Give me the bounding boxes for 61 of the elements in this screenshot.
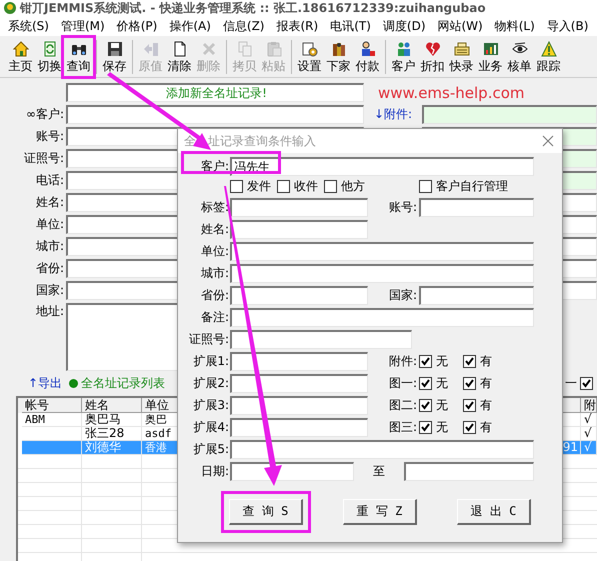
field-label: 单位: xyxy=(200,242,230,260)
field-label: 备注: xyxy=(200,308,230,326)
field-label: 国家: xyxy=(388,288,417,302)
field-label: 姓名: xyxy=(34,194,65,211)
field-label: 账号: xyxy=(34,128,65,145)
field-label: 城市: xyxy=(34,238,65,255)
field-label: 扩展2: xyxy=(192,374,230,392)
field-label: 附件: xyxy=(388,354,417,368)
field-label: 地址: xyxy=(34,303,65,320)
field-label: 客户: xyxy=(200,158,230,174)
table-cell: asdf xyxy=(145,427,172,440)
checkbox-label: 他方 xyxy=(341,178,365,195)
field-label: 姓名: xyxy=(200,220,230,238)
dialog-title: 全 xyxy=(184,132,196,150)
checkbox-label: 无 xyxy=(436,352,448,370)
checkbox-label: 无 xyxy=(436,374,448,392)
dialog-title: 址记录查询条件输入 xyxy=(208,132,316,150)
field-label: 证照号: xyxy=(188,330,230,348)
field-label: 账号: xyxy=(388,200,417,214)
table-cell: √ xyxy=(584,426,592,440)
field-label: 日期: xyxy=(200,462,230,480)
field-label: ∞客户: xyxy=(24,106,65,123)
field-label: 扩展1: xyxy=(192,352,230,370)
field-label: 扩展4: xyxy=(192,418,230,436)
window-title: 钳丌JEMMIS系统测试. - 快递业务管理系统 :: 张工.18616712339:zuihangubao xyxy=(20,1,486,15)
list-title: 全名址记录列表 xyxy=(81,374,166,392)
field-label: 证照号: xyxy=(22,150,65,167)
table-cell: 香港 xyxy=(145,441,167,454)
checkbox-label: 发件 xyxy=(247,178,271,195)
field-label: 电话: xyxy=(34,172,65,189)
checkbox-label: 无 xyxy=(436,396,448,414)
checkbox-label: 无 xyxy=(436,418,448,436)
checkbox-label: 有 xyxy=(480,418,492,436)
table-cell: 奥巴马 xyxy=(85,412,121,426)
field-label: 单位: xyxy=(34,216,65,233)
checkbox-label: 客户自行管理 xyxy=(436,178,508,195)
field-label: 至 xyxy=(373,464,385,478)
table-cell: 张三28 xyxy=(85,426,124,440)
checkbox-label: 收件 xyxy=(294,178,318,195)
table-cell: ABM xyxy=(25,413,45,426)
field-label: 图二: xyxy=(388,398,417,412)
field-label: 城市: xyxy=(200,264,230,282)
table-cell: 91 xyxy=(562,440,578,454)
table-cell: 刘德华 xyxy=(85,440,121,454)
checkbox-label: 有 xyxy=(480,374,492,392)
table-cell: √ xyxy=(584,440,592,454)
field-label: 图三: xyxy=(388,420,417,434)
label-text: 一 xyxy=(565,374,577,392)
field-label: 国家: xyxy=(34,282,65,299)
table-cell: 奥巴 xyxy=(145,413,167,426)
field-label: 扩展3: xyxy=(192,396,230,414)
field-label: 扩展5: xyxy=(192,440,230,458)
checkbox-label: 有 xyxy=(480,352,492,370)
field-label: 省份: xyxy=(200,286,230,304)
field-label: 省份: xyxy=(34,260,65,277)
field-label: ↓附件: xyxy=(374,107,412,121)
field-label: 标签: xyxy=(200,198,230,216)
field-label: 图一: xyxy=(388,376,417,390)
status-field: 添加新全名址记录! xyxy=(66,83,364,102)
checkbox-label: 有 xyxy=(480,396,492,414)
table-cell: √ xyxy=(584,412,592,426)
